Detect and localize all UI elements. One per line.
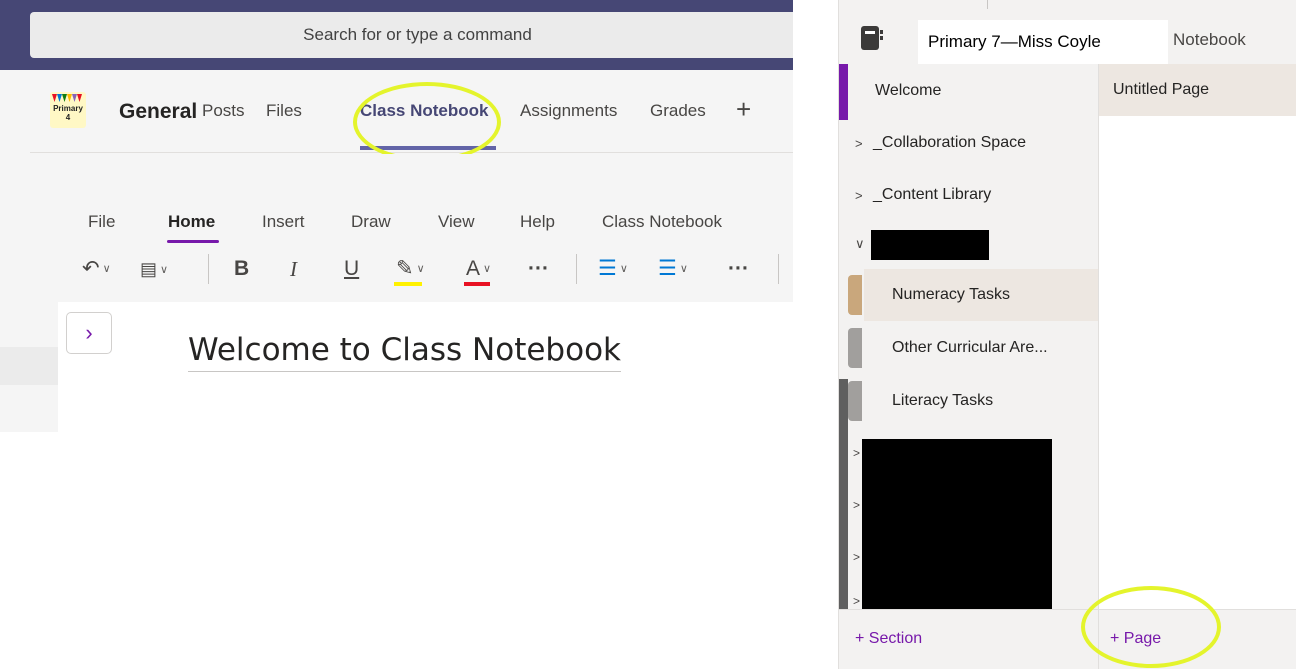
section-welcome[interactable]: Welcome — [875, 82, 941, 100]
tab-posts[interactable]: Posts — [202, 101, 245, 121]
ribbon-tab-class-notebook[interactable]: Class Notebook — [602, 212, 722, 232]
notebook-label: Notebook — [1173, 30, 1246, 49]
section-collaboration-space[interactable]: _Collaboration Space — [873, 134, 1026, 152]
bullet-list-icon: ☰ — [598, 257, 617, 280]
ribbon-toolbar: ↶ ∨ ▤ ∨ B I U ✎ ∨ A ∨ ··· ☰ ∨ ☰ ∨ ··· — [58, 244, 793, 292]
redacted-section-list — [862, 439, 1052, 613]
more-options-button-2[interactable]: ··· — [728, 256, 749, 282]
section-label: Literacy Tasks — [892, 392, 994, 409]
tab-grades[interactable]: Grades — [650, 101, 706, 121]
ribbon-tab-view[interactable]: View — [438, 212, 475, 232]
section-color-tab — [848, 381, 862, 421]
ribbon-tab-home[interactable]: Home — [168, 212, 215, 232]
chevron-right-icon[interactable]: > — [853, 446, 860, 460]
pages-list: Untitled Page — [1098, 64, 1296, 609]
bunting-icon — [52, 94, 82, 102]
font-color-button[interactable]: A ∨ — [466, 256, 491, 282]
section-color-tab — [839, 379, 848, 609]
notebook-navigation-pane: Primary 7—Miss Coyle Notebook Welcome > … — [838, 0, 1296, 669]
undo-button[interactable]: ↶ ∨ — [82, 256, 111, 282]
teams-window: Search for or type a command Primary 4 G… — [0, 0, 793, 432]
redacted-section-group — [871, 230, 989, 260]
section-literacy-tasks[interactable]: Literacy Tasks — [848, 375, 1098, 427]
notebook-name: Primary 7—Miss Coyle — [928, 32, 1101, 51]
chevron-down-icon: ∨ — [619, 263, 628, 276]
chevron-down-icon[interactable]: ∨ — [855, 236, 865, 252]
highlight-button[interactable]: ✎ ∨ — [396, 256, 425, 282]
chevron-down-icon: ∨ — [160, 264, 169, 277]
notebook-icon — [861, 26, 883, 50]
notebook-header: Primary 7—Miss Coyle Notebook — [839, 12, 1296, 64]
team-logo: Primary 4 — [50, 92, 86, 128]
underline-button[interactable]: U — [344, 256, 359, 282]
ribbon-tab-file[interactable]: File — [88, 212, 115, 232]
sections-list: Welcome > _Collaboration Space > _Conten… — [839, 64, 1098, 613]
more-options-button[interactable]: ··· — [528, 256, 549, 282]
ribbon-tab-draw[interactable]: Draw — [351, 212, 391, 232]
team-logo-text: Primary 4 — [53, 104, 83, 122]
section-label: Other Curricular Are... — [892, 339, 1048, 356]
page-title[interactable]: Welcome to Class Notebook — [188, 332, 621, 372]
divider — [987, 0, 988, 9]
search-input[interactable]: Search for or type a command — [30, 12, 793, 58]
toolbar-divider — [778, 254, 779, 284]
chevron-down-icon: ∨ — [483, 263, 492, 276]
section-label: Numeracy Tasks — [892, 286, 1010, 303]
highlighter-icon: ✎ — [396, 257, 414, 280]
section-content-library[interactable]: _Content Library — [873, 186, 991, 204]
chevron-down-icon: ∨ — [679, 263, 688, 276]
bold-button[interactable]: B — [234, 256, 249, 282]
section-color-tab — [839, 64, 848, 120]
numbering-button[interactable]: ☰ ∨ — [658, 256, 688, 282]
section-color-tab — [848, 328, 862, 368]
chevron-right-icon[interactable]: > — [853, 594, 860, 608]
highlight-circle — [1081, 586, 1221, 668]
numbered-list-icon: ☰ — [658, 257, 677, 280]
add-tab-button[interactable]: + — [736, 94, 751, 125]
ribbon-tab-help[interactable]: Help — [520, 212, 555, 232]
clipboard-icon: ▤ — [140, 259, 158, 279]
navigation-footer: + Section + Page — [839, 609, 1296, 669]
chevron-right-icon[interactable]: > — [855, 136, 863, 151]
expand-navigation-button[interactable]: › — [66, 312, 112, 354]
page-canvas[interactable]: › Welcome to Class Notebook — [58, 302, 793, 432]
font-color-swatch — [464, 282, 490, 286]
italic-button[interactable]: I — [290, 256, 297, 282]
tab-assignments[interactable]: Assignments — [520, 101, 617, 121]
ribbon-tab-insert[interactable]: Insert — [262, 212, 305, 232]
tab-files[interactable]: Files — [266, 101, 302, 121]
section-color-tab — [848, 275, 862, 315]
bullets-button[interactable]: ☰ ∨ — [598, 256, 628, 282]
add-section-button[interactable]: + Section — [855, 630, 922, 648]
highlight-circle — [353, 82, 501, 162]
section-numeracy-tasks[interactable]: Numeracy Tasks — [848, 269, 1098, 321]
toolbar-divider — [208, 254, 209, 284]
section-other-curricular-areas[interactable]: Other Curricular Are... — [848, 322, 1098, 374]
channel-name: General — [119, 100, 198, 123]
chevron-right-icon[interactable]: > — [855, 188, 863, 203]
toolbar-divider — [576, 254, 577, 284]
chevron-right-icon[interactable]: > — [853, 550, 860, 564]
font-color-icon: A — [466, 257, 481, 280]
onenote-ribbon: File Home Insert Draw View Help Class No… — [58, 154, 793, 302]
page-label: Untitled Page — [1113, 81, 1210, 98]
left-rail — [0, 347, 58, 385]
chevron-down-icon: ∨ — [416, 263, 425, 276]
highlight-color-swatch — [394, 282, 422, 286]
notebook-name-box[interactable]: Primary 7—Miss Coyle — [918, 20, 1168, 64]
page-item[interactable]: Untitled Page — [1099, 64, 1296, 116]
chevron-down-icon: ∨ — [102, 263, 111, 276]
undo-icon: ↶ — [82, 257, 100, 280]
chevron-right-icon[interactable]: > — [853, 498, 860, 512]
clipboard-button[interactable]: ▤ ∨ — [140, 256, 168, 282]
active-ribbon-tab-indicator — [167, 240, 219, 243]
channel-header: Primary 4 General Posts Files Class Note… — [30, 70, 793, 162]
